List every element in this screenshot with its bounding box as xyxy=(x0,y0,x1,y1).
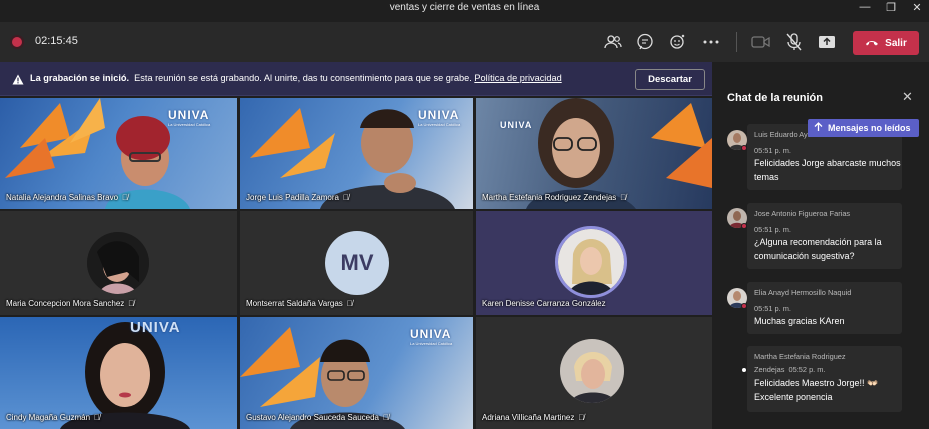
chat-icon[interactable] xyxy=(633,30,657,54)
participant-tile[interactable]: UNIVA Martha Estefania Rodriguez Zendeja… xyxy=(476,98,712,209)
participant-avatar xyxy=(560,339,624,403)
close-icon[interactable]: ✕ xyxy=(902,89,913,105)
chat-title: Chat de la reunión xyxy=(727,92,823,104)
dismiss-button[interactable]: Descartar xyxy=(635,69,705,90)
warning-icon xyxy=(12,72,24,90)
participant-tile[interactable]: UNIVA La Universidad Católica Natalia Ale… xyxy=(0,98,237,209)
banner-message: Esta reunión se está grabando. Al unirte… xyxy=(134,73,472,83)
message-author: Elia Anayd Hermosillo Naquid xyxy=(754,288,852,297)
more-icon[interactable] xyxy=(699,30,723,54)
close-window-icon[interactable]: ✕ xyxy=(910,1,924,14)
message-time: 05:51 p. m. xyxy=(754,225,791,234)
mic-muted-icon: 🎙̸ xyxy=(620,193,627,202)
participant-name: Martha Estefania Rodriguez Zendejas 🎙̸ xyxy=(482,193,627,202)
participant-name: Montserrat Saldaña Vargas 🎙̸ xyxy=(246,299,353,308)
meeting-chat-panel: Chat de la reunión ✕ Mensajes no leídos … xyxy=(712,62,929,429)
camera-off-icon[interactable] xyxy=(749,30,773,54)
mic-muted-icon: 🎙̸ xyxy=(122,193,129,202)
meeting-toolbar: 02:15:45 Salir xyxy=(0,22,929,62)
minimize-icon[interactable]: — xyxy=(858,1,872,13)
arrow-up-icon xyxy=(814,122,823,134)
mic-muted-icon: 🎙̸ xyxy=(578,413,585,422)
recording-banner: La grabación se inició. Esta reunión se … xyxy=(0,62,712,96)
participant-name: Gustavo Alejandro Sauceda Sauceda 🎙̸ xyxy=(246,413,389,422)
meeting-timer: 02:15:45 xyxy=(35,35,78,47)
chat-message: Martha Estefania Rodriguez Zendejas 05:5… xyxy=(747,346,902,412)
leave-label: Salir xyxy=(885,37,907,49)
participant-tile[interactable]: Maria Concepcion Mora Sanchez 🎙̸ xyxy=(0,211,237,315)
window-title: ventas y cierre de ventas en línea xyxy=(389,2,540,13)
univa-logo: UNIVA xyxy=(500,120,533,130)
participant-name: Cindy Magaña Guzmán 🎙̸ xyxy=(6,413,101,422)
maximize-icon[interactable]: ❐ xyxy=(884,1,898,14)
privacy-policy-link[interactable]: Política de privacidad xyxy=(474,73,561,83)
leave-button[interactable]: Salir xyxy=(853,31,919,55)
message-time: Zendejas 05:52 p. m. xyxy=(754,365,826,374)
banner-text: La grabación se inició. Esta reunión se … xyxy=(30,73,562,83)
univa-logo: UNIVA La Universidad Católica xyxy=(168,108,211,127)
unread-messages-button[interactable]: Mensajes no leídos xyxy=(808,119,919,137)
mic-muted-icon: 🎙̸ xyxy=(342,193,349,202)
reactions-icon[interactable] xyxy=(666,30,690,54)
chat-message: Elia Anayd Hermosillo Naquid 05:51 p. m.… xyxy=(747,282,902,334)
mic-muted-icon: 🎙̸ xyxy=(94,413,101,422)
message-text: Felicidades Jorge abarcaste muchos temas xyxy=(754,158,901,182)
message-text: Muchas gracias KAren xyxy=(754,316,845,326)
participant-name: Natalia Alejandra Salinas Bravo 🎙̸ xyxy=(6,193,129,202)
participant-tile[interactable]: Adriana Villicaña Martinez 🎙̸ xyxy=(476,317,712,429)
unread-label: Mensajes no leídos xyxy=(828,123,911,133)
participant-tile[interactable]: UNIVA La Universidad Católica Gustavo Ale… xyxy=(240,317,473,429)
video-grid: UNIVA La Universidad Católica Natalia Ale… xyxy=(0,98,712,429)
univa-logo: UNIVA La Universidad Católica xyxy=(410,327,453,346)
recording-indicator-icon xyxy=(12,37,22,47)
mic-muted-icon: 🎙̸ xyxy=(346,299,353,308)
participant-tile[interactable]: Karen Denisse Carranza González xyxy=(476,211,712,315)
participant-tile[interactable]: UNIVA La Universidad Católica Jorge Luis … xyxy=(240,98,473,209)
participant-name: Jorge Luis Padilla Zamora 🎙̸ xyxy=(246,193,349,202)
participants-icon[interactable] xyxy=(601,30,625,54)
window-titlebar: ventas y cierre de ventas en línea — ❐ ✕ xyxy=(0,0,929,18)
phone-icon xyxy=(865,38,879,49)
participant-initials-avatar: MV xyxy=(325,231,389,295)
message-time: 05:51 p. m. xyxy=(754,304,791,313)
participant-name: Adriana Villicaña Martinez 🎙̸ xyxy=(482,413,585,422)
mic-muted-icon: 🎙̸ xyxy=(382,413,389,422)
participant-tile[interactable]: UNIVA Cindy Magaña Guzmán 🎙̸ xyxy=(0,317,237,429)
banner-heading: La grabación se inició. xyxy=(30,73,130,83)
participant-name: Maria Concepcion Mora Sanchez 🎙̸ xyxy=(6,299,135,308)
toolbar-divider xyxy=(736,32,737,52)
mic-off-icon[interactable] xyxy=(782,30,806,54)
univa-logo: UNIVA La Universidad Católica xyxy=(418,108,461,127)
message-text: Felicidades Maestro Jorge!! 👐🏻 Excelente … xyxy=(754,378,879,402)
chat-message: Jose Antonio Figueroa Farias 05:51 p. m.… xyxy=(747,203,902,269)
share-icon[interactable] xyxy=(815,30,839,54)
participant-name: Karen Denisse Carranza González xyxy=(482,299,606,308)
participant-avatar xyxy=(555,226,627,298)
mic-muted-icon: 🎙̸ xyxy=(128,299,135,308)
message-text: ¿Alguna recomendación para la comunicaci… xyxy=(754,237,882,261)
participant-avatar xyxy=(87,232,149,294)
message-author: Jose Antonio Figueroa Farias xyxy=(754,209,851,218)
participant-tile[interactable]: MV Montserrat Saldaña Vargas 🎙̸ xyxy=(240,211,473,315)
message-author: Martha Estefania Rodriguez xyxy=(754,352,846,361)
univa-logo: UNIVA xyxy=(130,319,181,336)
message-time: 05:51 p. m. xyxy=(754,146,791,155)
